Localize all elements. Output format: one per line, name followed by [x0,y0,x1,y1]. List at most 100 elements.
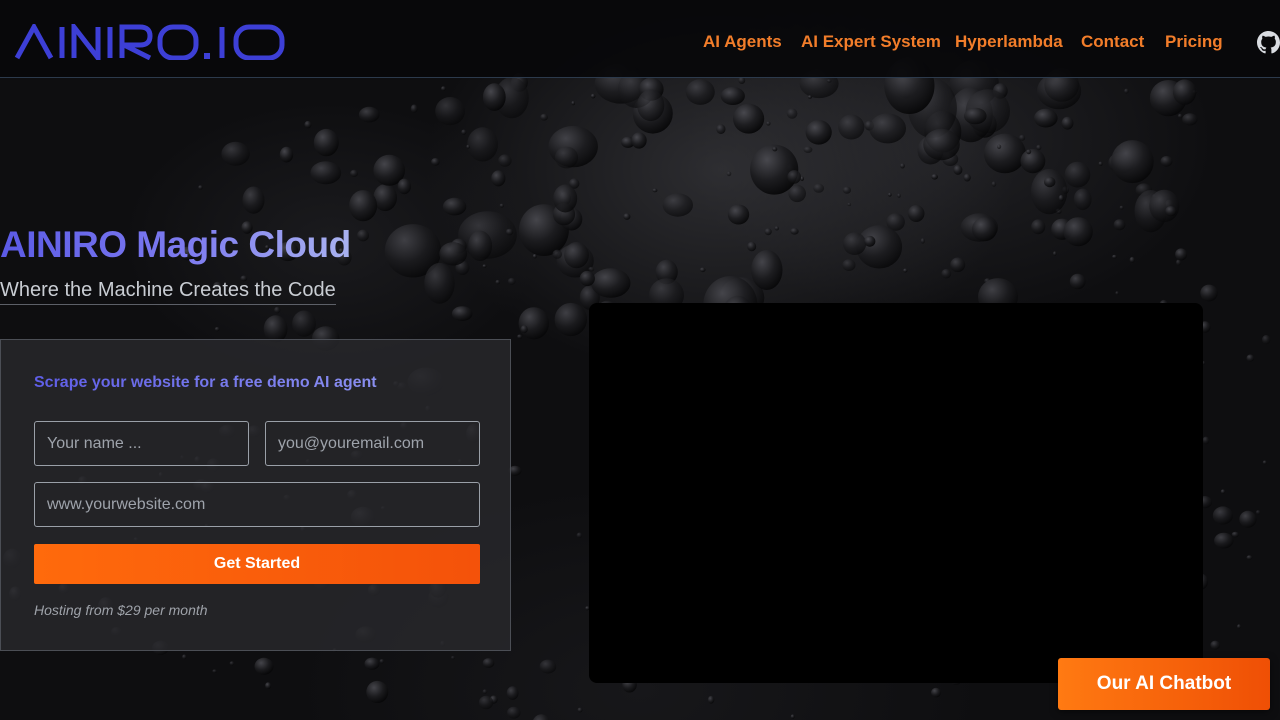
water-drop [1149,189,1180,223]
water-drop [221,141,250,166]
water-drop [1073,188,1092,211]
water-drop [461,129,467,135]
water-drop [1053,251,1057,256]
water-drop [577,707,583,713]
water-drop [482,83,506,111]
water-drop [1115,291,1119,295]
water-drop [1111,140,1154,184]
water-drop [864,235,876,247]
water-drop [1176,259,1181,266]
water-drop [517,334,523,339]
form-title: Scrape your website for a free demo AI a… [34,374,377,391]
water-drop [685,79,715,105]
water-drop [507,706,521,719]
water-drop [869,113,906,144]
water-drop [720,87,745,105]
water-drop [1231,531,1239,538]
water-drop [750,144,799,195]
water-drop [499,203,504,208]
water-drop [774,226,779,231]
water-drop [182,654,187,660]
water-drop [451,306,473,321]
water-drop [1063,217,1093,247]
get-started-button[interactable]: Get Started [34,544,480,584]
water-drop [198,185,203,190]
water-drop [1036,144,1042,151]
water-drop [379,659,385,664]
water-drop [997,144,1002,150]
water-drop [507,277,516,285]
logo-graphic [14,24,285,60]
water-drop [1113,219,1126,231]
water-drop [1061,116,1074,130]
water-drop [1069,273,1086,290]
water-drop [214,327,220,332]
water-drop [533,714,550,720]
water-drop [803,146,813,153]
water-drop [554,302,587,337]
water-drop [366,680,389,704]
water-drop [212,669,217,673]
water-drop [1255,510,1261,515]
water-drop [888,192,892,197]
water-drop [1064,161,1091,188]
water-drop [747,241,757,252]
page: AI Agents AI Expert System Hyperlambda C… [0,0,1280,720]
water-drop [349,190,378,222]
water-drop [588,266,595,272]
hosting-note: Hosting from $29 per month [34,602,208,618]
water-drop [576,532,583,539]
website-input[interactable] [34,482,480,527]
nav-item-contact[interactable]: Contact [1081,32,1144,52]
water-drop [1173,79,1197,105]
demo-signup-card: Scrape your website for a free demo AI a… [0,339,511,651]
water-drop [1182,113,1198,126]
water-drop [292,310,316,337]
water-drop [786,108,798,119]
email-input[interactable] [265,421,480,466]
water-drop [842,259,856,271]
nav-item-ai-agents[interactable]: AI Agents [703,32,782,52]
water-drop [1214,532,1234,549]
water-drop [1020,149,1046,174]
water-drop [1030,169,1068,215]
water-drop [662,193,693,217]
water-drop [467,127,498,162]
water-drop [907,205,925,222]
water-drop [963,173,971,182]
water-drop [838,114,865,140]
water-drop [498,154,512,167]
name-input[interactable] [34,421,249,466]
site-logo[interactable] [14,24,286,60]
water-drop [482,264,487,268]
water-drop [310,161,342,185]
water-drop [1129,256,1135,263]
water-drop [953,164,963,175]
water-drop [505,228,514,236]
water-drop [699,267,706,273]
water-drop [532,254,537,259]
github-icon[interactable] [1257,31,1280,54]
water-drop [1112,254,1117,259]
water-drop [631,132,647,149]
water-drop [900,163,905,169]
video-panel[interactable] [589,303,1203,683]
water-drop [1119,205,1124,210]
water-drop [991,181,997,187]
water-drop [520,325,528,334]
water-drop [931,174,938,180]
water-drop [652,188,658,193]
nav-item-pricing[interactable]: Pricing [1165,32,1223,52]
nav-item-ai-expert-system[interactable]: AI Expert System [801,32,941,52]
water-drop [1237,624,1241,629]
ai-chatbot-button[interactable]: Our AI Chatbot [1058,658,1270,710]
water-drop [591,268,631,298]
water-drop [716,124,726,135]
water-drop [787,170,801,184]
water-drop [265,682,272,690]
water-drop [552,249,562,259]
water-drop [1098,161,1103,166]
water-drop [357,229,369,242]
nav-item-hyperlambda[interactable]: Hyperlambda [955,32,1063,52]
water-drop [1031,219,1046,235]
